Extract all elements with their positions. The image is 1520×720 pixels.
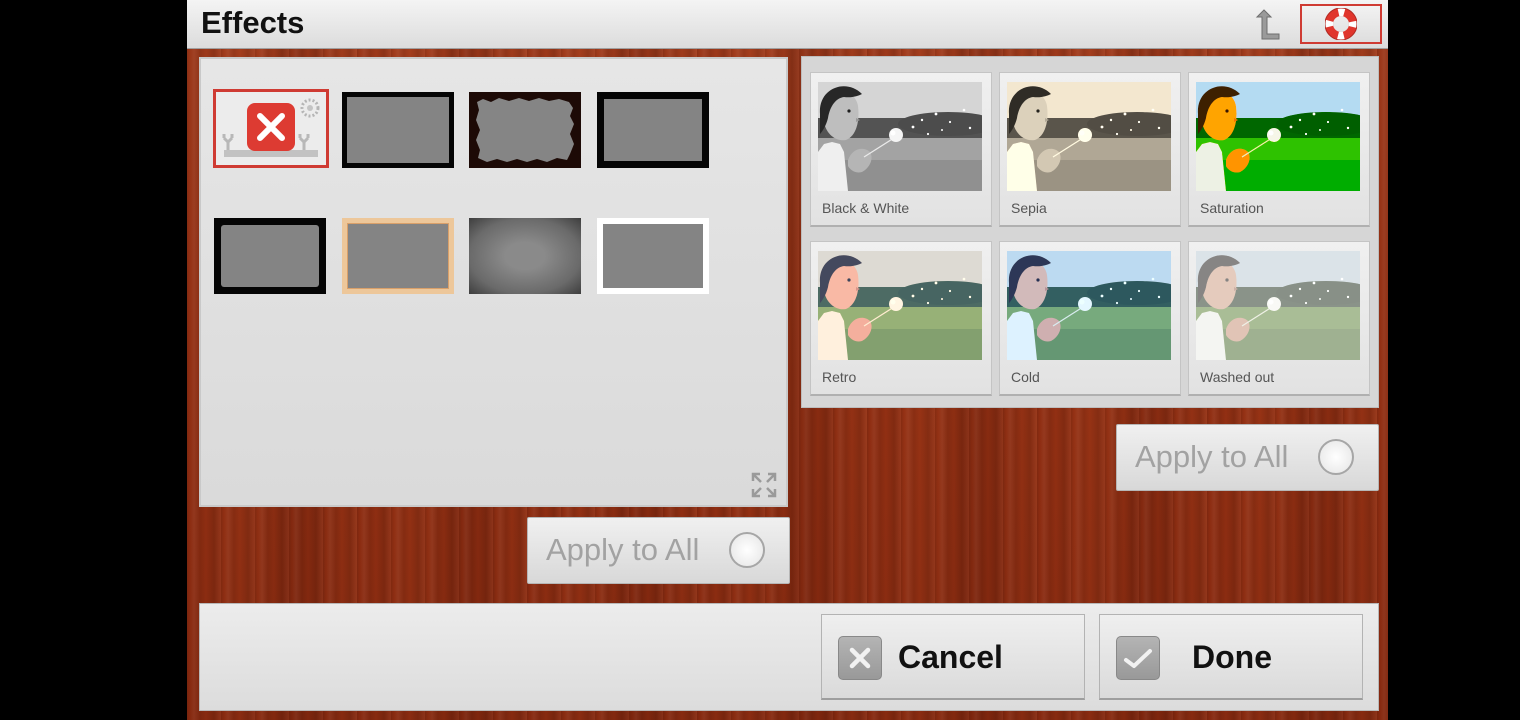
frames-apply-all-button[interactable]: Apply to All bbox=[527, 517, 790, 584]
checkmark-icon bbox=[1116, 636, 1160, 680]
cancel-button[interactable]: Cancel bbox=[821, 614, 1085, 700]
x-icon bbox=[838, 636, 882, 680]
back-button[interactable] bbox=[1253, 6, 1283, 42]
effect-label: Saturation bbox=[1200, 200, 1264, 216]
expand-button[interactable] bbox=[750, 471, 778, 499]
effect-thumbnail bbox=[818, 251, 982, 360]
frames-panel bbox=[199, 57, 788, 507]
effect-saturation[interactable]: Saturation bbox=[1188, 72, 1370, 227]
effect-label: Sepia bbox=[1011, 200, 1047, 216]
page-title: Effects bbox=[201, 5, 305, 40]
frame-preview bbox=[603, 224, 703, 288]
effect-thumbnail bbox=[818, 82, 982, 191]
effects-screen: Effects Apply to All Black & White Sepia… bbox=[187, 0, 1388, 720]
apply-all-label: Apply to All bbox=[1135, 439, 1289, 474]
frame-preview bbox=[347, 97, 449, 163]
frame-preview bbox=[348, 224, 448, 288]
effect-thumbnail bbox=[1196, 251, 1360, 360]
apply-all-radio[interactable] bbox=[729, 532, 765, 568]
effect-label: Washed out bbox=[1200, 369, 1275, 385]
effect-thumbnail bbox=[1007, 251, 1171, 360]
frame-preview bbox=[476, 98, 574, 162]
no-frame-icon bbox=[222, 98, 320, 157]
effects-apply-all-button[interactable]: Apply to All bbox=[1116, 424, 1379, 491]
effect-label: Retro bbox=[822, 369, 857, 385]
frame-preview bbox=[604, 99, 702, 161]
bottom-bar: Cancel Done bbox=[199, 603, 1379, 711]
effect-thumbnail bbox=[1196, 82, 1360, 191]
effect-cold[interactable]: Cold bbox=[999, 241, 1181, 396]
effect-black-white[interactable]: Black & White bbox=[810, 72, 992, 227]
cancel-label: Cancel bbox=[898, 639, 1003, 675]
frame-tan[interactable] bbox=[342, 218, 454, 294]
frame-grunge[interactable] bbox=[469, 92, 581, 168]
effect-label: Black & White bbox=[822, 200, 910, 216]
expand-icon bbox=[751, 472, 777, 498]
frame-vignette[interactable] bbox=[469, 218, 581, 294]
frame-rounded-black[interactable] bbox=[214, 218, 326, 294]
frame-black[interactable] bbox=[342, 92, 454, 168]
frame-white[interactable] bbox=[597, 218, 709, 294]
effect-retro[interactable]: Retro bbox=[810, 241, 992, 396]
done-button[interactable]: Done bbox=[1099, 614, 1363, 700]
apply-all-radio[interactable] bbox=[1318, 439, 1354, 475]
lifebuoy-icon bbox=[1325, 8, 1357, 40]
top-bar: Effects bbox=[187, 0, 1388, 49]
effect-label: Cold bbox=[1011, 369, 1040, 385]
frame-thick-black[interactable] bbox=[597, 92, 709, 168]
frame-none[interactable] bbox=[213, 89, 329, 168]
effect-washed-out[interactable]: Washed out bbox=[1188, 241, 1370, 396]
help-button[interactable] bbox=[1300, 4, 1382, 44]
effect-thumbnail bbox=[1007, 82, 1171, 191]
effect-sepia[interactable]: Sepia bbox=[999, 72, 1181, 227]
frame-preview bbox=[221, 225, 319, 287]
apply-all-label: Apply to All bbox=[546, 532, 700, 567]
done-label: Done bbox=[1192, 639, 1272, 675]
effects-panel: Black & White Sepia Saturation Retro Col… bbox=[801, 56, 1379, 408]
back-arrow-icon bbox=[1255, 9, 1280, 40]
